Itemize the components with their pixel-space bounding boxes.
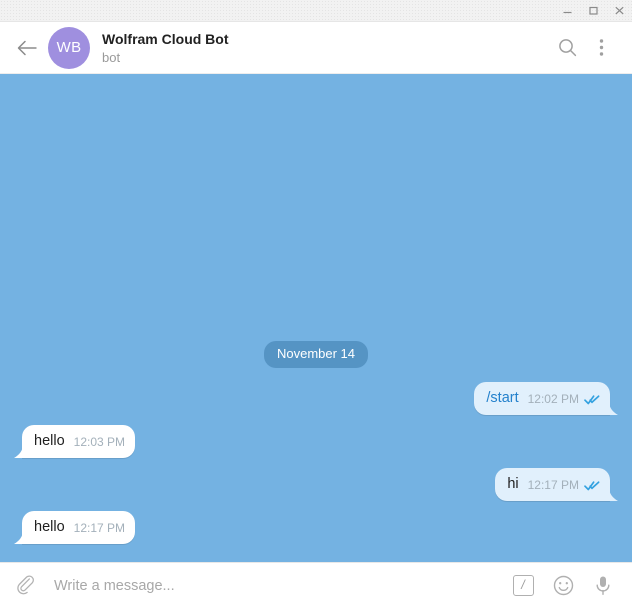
chat-header: WB Wolfram Cloud Bot bot <box>0 22 632 74</box>
paperclip-icon[interactable] <box>12 572 40 600</box>
avatar[interactable]: WB <box>48 26 90 69</box>
emoji-icon[interactable] <box>546 571 580 601</box>
message-time: 12:02 PM <box>527 392 579 406</box>
message-composer: / <box>0 562 632 608</box>
message-list: November 14 /start 12:02 PM hello 12:03 PM h… <box>0 341 632 554</box>
avatar-initials: WB <box>56 39 82 56</box>
window-titlebar <box>0 0 632 22</box>
double-check-icon <box>584 480 600 491</box>
double-check-icon <box>584 394 600 405</box>
message-input[interactable] <box>54 577 500 594</box>
maximize-button[interactable] <box>580 0 606 22</box>
more-menu-icon[interactable] <box>584 31 618 65</box>
message-bubble-out[interactable]: /start 12:02 PM <box>474 382 610 415</box>
message-text: hello <box>34 433 65 449</box>
message-meta: 12:17 PM <box>528 478 600 494</box>
slash-icon: / <box>512 575 534 596</box>
search-icon[interactable] <box>550 31 584 65</box>
message-text: hello <box>34 519 65 535</box>
message-command-text[interactable]: /start <box>486 389 518 408</box>
back-arrow-icon[interactable] <box>12 33 42 63</box>
peer-status: bot <box>102 49 121 65</box>
message-time: 12:17 PM <box>73 521 126 535</box>
message-time: 12:17 PM <box>527 478 579 492</box>
microphone-icon[interactable] <box>586 571 620 601</box>
minimize-button[interactable] <box>554 0 580 22</box>
message-row: /start 12:02 PM <box>10 382 622 415</box>
message-bubble-out[interactable]: hi 12:17 PM <box>495 468 610 501</box>
message-bubble-in[interactable]: hello 12:03 PM <box>22 425 136 458</box>
date-divider: November 14 <box>10 341 622 368</box>
header-actions <box>550 31 618 65</box>
chat-scroll-area[interactable]: November 14 /start 12:02 PM hello 12:03 PM h… <box>0 74 632 562</box>
message-row: hello 12:03 PM <box>10 425 622 458</box>
peer-info[interactable]: Wolfram Cloud Bot bot <box>102 30 550 66</box>
message-text: hi <box>507 476 519 492</box>
composer-actions: / <box>500 571 620 601</box>
date-divider-label: November 14 <box>263 341 369 368</box>
message-meta: 12:17 PM <box>74 521 125 537</box>
close-button[interactable] <box>606 0 632 22</box>
message-bubble-in[interactable]: hello 12:17 PM <box>22 511 136 544</box>
message-meta: 12:02 PM <box>528 392 600 408</box>
message-meta: 12:03 PM <box>74 435 125 451</box>
message-row: hi 12:17 PM <box>10 468 622 501</box>
page-title: Wolfram Cloud Bot <box>102 30 229 47</box>
messages-host: /start 12:02 PM hello 12:03 PM hi 12:17 PM hel… <box>10 382 622 554</box>
telegram-window: WB Wolfram Cloud Bot bot November 14 /st… <box>0 0 632 608</box>
message-time: 12:03 PM <box>73 435 126 449</box>
command-button[interactable]: / <box>506 571 540 601</box>
message-row: hello 12:17 PM <box>10 511 622 544</box>
